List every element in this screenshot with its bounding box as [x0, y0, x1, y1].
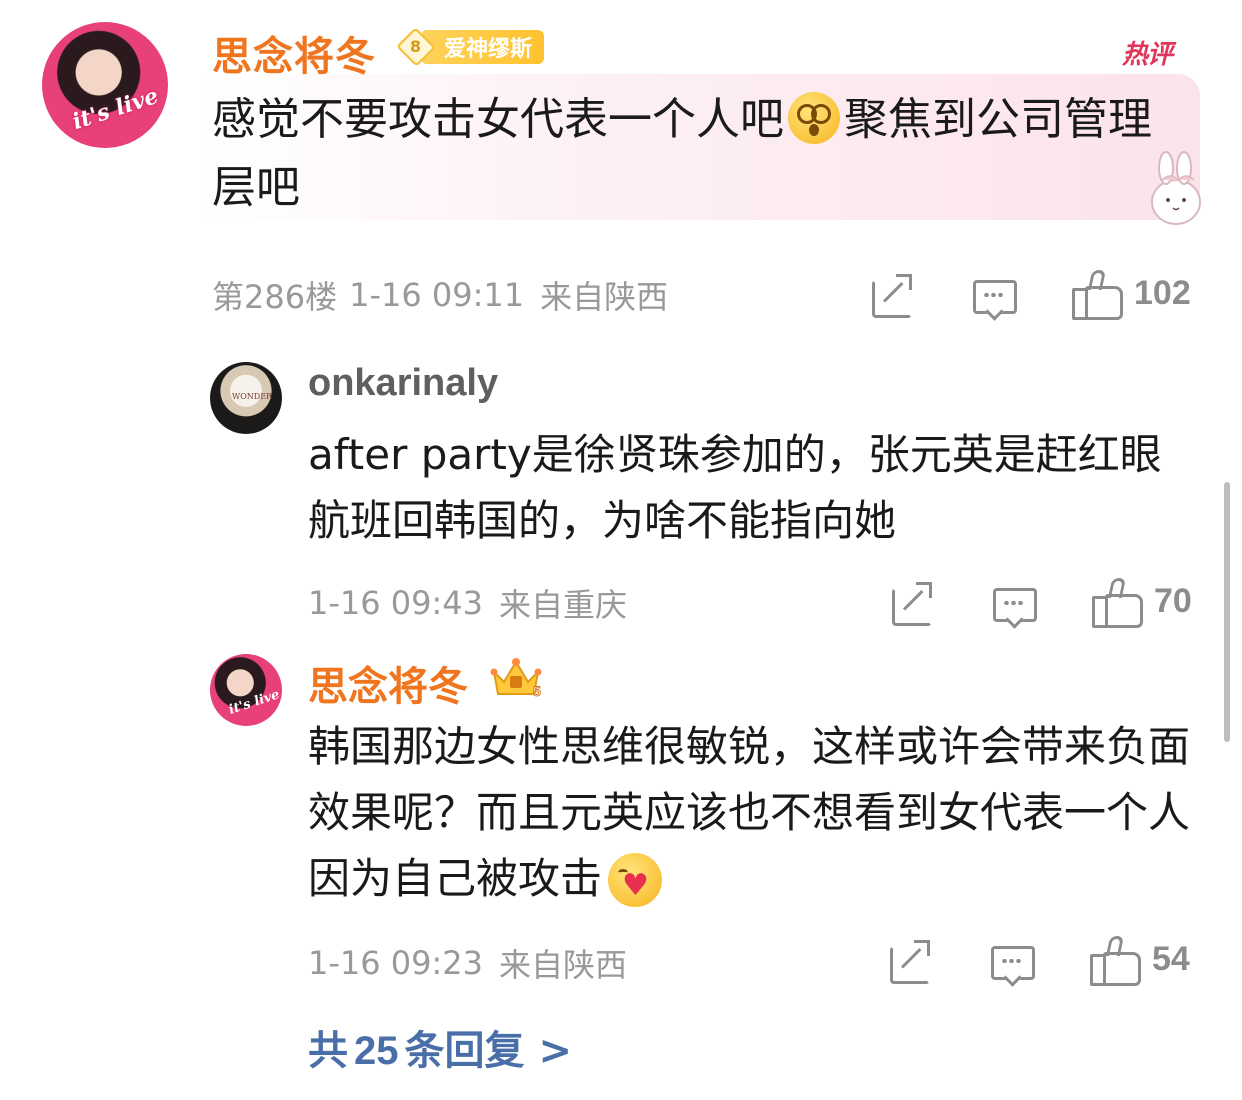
comment-author-name[interactable]: 思念将冬: [212, 24, 376, 82]
like-button[interactable]: 70: [1092, 578, 1192, 628]
comment-location: 来自陕西: [540, 278, 669, 316]
dizzy-face-emoji-icon: [788, 92, 840, 144]
share-button[interactable]: [888, 940, 930, 984]
fan-badge[interactable]: 8 爱神缪斯: [396, 27, 545, 67]
reply-time: 1-16 09:23: [308, 944, 484, 982]
reply-text-part: 韩国那边女性思维很敏锐，这样或许会带来负面效果呢？而且元英应该也不想看到女代表一…: [308, 722, 1191, 903]
like-count: 70: [1154, 581, 1192, 620]
reply-meta: 1-16 09:43 来自重庆: [308, 580, 627, 626]
avatar[interactable]: WONDER: [210, 362, 282, 434]
reply-button[interactable]: [972, 276, 1017, 316]
comment-icon: [992, 584, 1037, 624]
reply-author-name[interactable]: 思念将冬: [308, 654, 468, 712]
comment-meta: 第286楼 1-16 09:11 来自陕西: [212, 272, 668, 318]
share-button[interactable]: [870, 274, 912, 318]
reply-button[interactable]: [990, 942, 1035, 982]
comment-icon: [990, 942, 1035, 982]
scrollbar[interactable]: [1224, 482, 1230, 742]
more-replies-count: 25: [354, 1029, 399, 1073]
comment-time: 1-16 09:11: [349, 276, 525, 314]
hugging-face-emoji-icon: [608, 852, 663, 907]
avatar-sticker: it's live: [69, 82, 162, 136]
reply-location: 来自重庆: [499, 586, 628, 624]
fan-badge-label: 爱神缪斯: [422, 30, 545, 64]
reply-button[interactable]: [992, 584, 1037, 624]
hot-comment-tag: 热评: [1122, 40, 1173, 70]
comment-thread: it's live 思念将冬 8 爱神缪斯 热评 感觉不要攻击女代表一个人吧 聚焦…: [0, 0, 1242, 1100]
reply-text: 韩国那边女性思维很敏锐，这样或许会带来负面效果呢？而且元英应该也不想看到女代表一…: [308, 714, 1198, 912]
share-icon: [888, 940, 930, 984]
reply-text: after party是徐贤珠参加的，张元英是赶红眼航班回韩国的，为啥不能指向她: [308, 430, 1162, 545]
avatar-sticker: it's live: [226, 687, 282, 718]
like-count: 54: [1152, 939, 1190, 978]
like-button[interactable]: 54: [1090, 936, 1190, 986]
reply-location: 来自陕西: [499, 946, 628, 984]
share-button[interactable]: [890, 582, 932, 626]
more-replies-link[interactable]: 共 25 条回复 >: [308, 1018, 572, 1076]
floor-number: 第286楼: [212, 278, 338, 316]
avatar[interactable]: it's live: [210, 654, 282, 726]
comment-text: 感觉不要攻击女代表一个人吧 聚焦到公司管理层吧: [212, 86, 1192, 222]
reply-time: 1-16 09:43: [308, 584, 484, 622]
svg-text:5: 5: [533, 683, 541, 699]
chevron-right-icon: >: [538, 1028, 573, 1074]
thumbs-up-icon: [1072, 270, 1123, 320]
thumbs-up-icon: [1090, 936, 1141, 986]
avatar-text: WONDER: [232, 392, 273, 401]
thumbs-up-icon: [1092, 578, 1143, 628]
like-count: 102: [1134, 273, 1191, 312]
more-replies-prefix: 共: [308, 1028, 348, 1074]
reply-author-name[interactable]: onkarinaly: [308, 362, 498, 405]
crown-badge-icon[interactable]: 5: [488, 654, 544, 700]
avatar[interactable]: it's live: [42, 22, 168, 148]
share-icon: [870, 274, 912, 318]
share-icon: [890, 582, 932, 626]
like-button[interactable]: 102: [1072, 270, 1191, 320]
comment-text-part: 感觉不要攻击女代表一个人吧: [212, 94, 784, 145]
comment-icon: [972, 276, 1017, 316]
more-replies-suffix: 条回复: [404, 1028, 525, 1074]
reply-meta: 1-16 09:23 来自陕西: [308, 940, 627, 986]
